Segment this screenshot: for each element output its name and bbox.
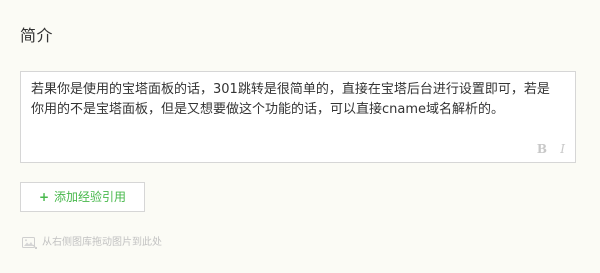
add-reference-button[interactable]: + 添加经验引用: [20, 182, 145, 212]
add-reference-label: 添加经验引用: [54, 190, 127, 204]
section-title: 简介: [20, 26, 54, 45]
drag-hint-text: 从右侧图库拖动图片到此处: [42, 237, 162, 248]
italic-button[interactable]: I: [560, 142, 565, 156]
bold-button[interactable]: B: [537, 142, 547, 156]
description-editor[interactable]: 若果你是使用的宝塔面板的话，301跳转是很简单的，直接在宝塔后台进行设置即可，若…: [20, 71, 576, 163]
image-icon: [22, 236, 37, 250]
editor-content[interactable]: 若果你是使用的宝塔面板的话，301跳转是很简单的，直接在宝塔后台进行设置即可，若…: [31, 80, 561, 119]
drag-image-hint: 从右侧图库拖动图片到此处: [22, 235, 162, 251]
plus-icon: +: [38, 190, 50, 204]
